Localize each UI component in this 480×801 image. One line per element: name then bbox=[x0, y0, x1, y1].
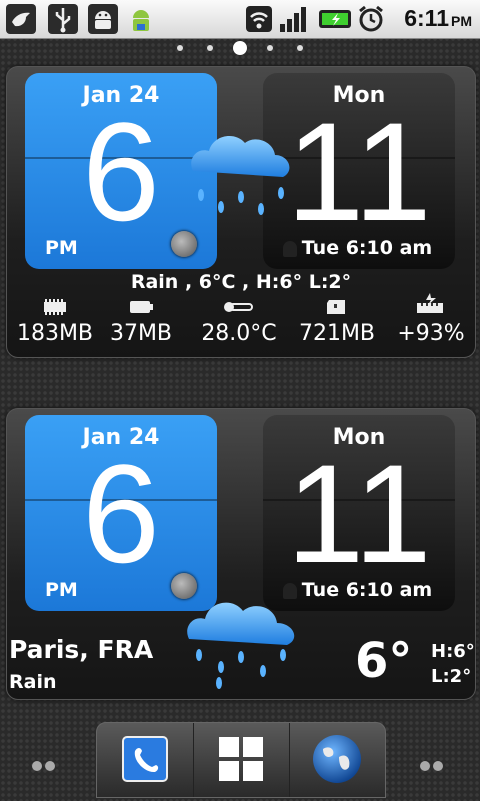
moon-phase-icon bbox=[171, 231, 197, 257]
battery-icon bbox=[91, 299, 191, 315]
dock-next-screens[interactable] bbox=[420, 756, 450, 771]
stat-value: 37MB bbox=[109, 321, 173, 346]
page-dot[interactable] bbox=[267, 45, 273, 51]
high-low-temps: H:6° L:2° bbox=[431, 639, 475, 689]
signal-icon bbox=[278, 4, 308, 34]
stat-value: +93% bbox=[397, 321, 465, 346]
rain-cloud-icon[interactable] bbox=[179, 589, 309, 693]
usb-icon bbox=[48, 4, 78, 34]
page-dot[interactable] bbox=[177, 45, 183, 51]
weather-condition: Rain bbox=[9, 671, 57, 693]
android-market-icon bbox=[124, 4, 158, 34]
thermometer-icon bbox=[189, 299, 289, 315]
browser-button[interactable] bbox=[289, 723, 385, 797]
clock: 6:11 PM bbox=[404, 5, 472, 32]
ram-chip-icon bbox=[5, 299, 105, 315]
phone-icon bbox=[122, 736, 168, 782]
page-dot-active[interactable] bbox=[233, 41, 247, 55]
twitter-bird-icon bbox=[6, 4, 36, 34]
hour-flip-card[interactable]: Jan 24 6 PM bbox=[25, 415, 217, 611]
app-drawer-button[interactable] bbox=[193, 723, 290, 797]
hour-digit: 6 bbox=[82, 435, 160, 592]
rain-cloud-icon[interactable] bbox=[183, 123, 303, 223]
low-temp: L:2° bbox=[431, 666, 472, 687]
sd-card-icon bbox=[287, 299, 387, 315]
ampm-label: PM bbox=[45, 579, 78, 601]
clock-time: 6:11 bbox=[404, 5, 449, 31]
minute-digits: 11 bbox=[286, 435, 432, 592]
stat-battery-mem: 37MB bbox=[91, 299, 191, 346]
stat-value: 721MB bbox=[298, 321, 376, 346]
stat-ram: 183MB bbox=[5, 299, 105, 346]
high-temp: H:6° bbox=[431, 641, 475, 662]
clock-ampm: PM bbox=[451, 13, 472, 29]
stat-sd-card: 721MB bbox=[287, 299, 387, 346]
browser-globe-icon bbox=[313, 735, 361, 783]
battery-charge-icon bbox=[381, 293, 480, 315]
android-debug-icon bbox=[88, 4, 118, 34]
dock-prev-screens[interactable] bbox=[32, 756, 62, 771]
next-alarm-label: Tue 6:10 am bbox=[301, 237, 433, 259]
stat-value: 28.0°C bbox=[201, 321, 277, 346]
page-dot[interactable] bbox=[297, 45, 303, 51]
current-temperature: 6° bbox=[355, 633, 413, 689]
phone-button[interactable] bbox=[97, 723, 194, 797]
battery-charging-icon bbox=[318, 4, 354, 34]
clock-weather-widget-1[interactable]: Jan 24 6 PM Mon 11 Tue 6:10 am Rain , 6°… bbox=[6, 66, 476, 358]
clock-weather-widget-2[interactable]: Jan 24 6 PM Mon 11 Tue 6:10 am Paris, FR… bbox=[6, 408, 476, 700]
stat-battery-level: +93% bbox=[381, 293, 480, 346]
launcher-dock bbox=[96, 722, 386, 798]
city-name: Paris, FRA bbox=[9, 635, 154, 664]
stat-temperature: 28.0°C bbox=[189, 299, 289, 346]
wifi-icon bbox=[244, 4, 274, 34]
status-bar[interactable]: 6:11 PM bbox=[0, 0, 480, 39]
stat-value: 183MB bbox=[16, 321, 94, 346]
ampm-label: PM bbox=[45, 237, 78, 259]
page-dot[interactable] bbox=[207, 45, 213, 51]
alarm-clock-icon bbox=[356, 4, 386, 34]
system-stats: 183MB 37MB 28.0°C 721MB +93% bbox=[5, 293, 475, 349]
app-drawer-icon bbox=[219, 737, 263, 781]
home-page-indicator[interactable] bbox=[0, 40, 480, 56]
minute-flip-card[interactable]: Mon 11 Tue 6:10 am bbox=[263, 415, 455, 611]
weather-summary: Rain , 6°C , H:6° L:2° bbox=[130, 271, 352, 293]
